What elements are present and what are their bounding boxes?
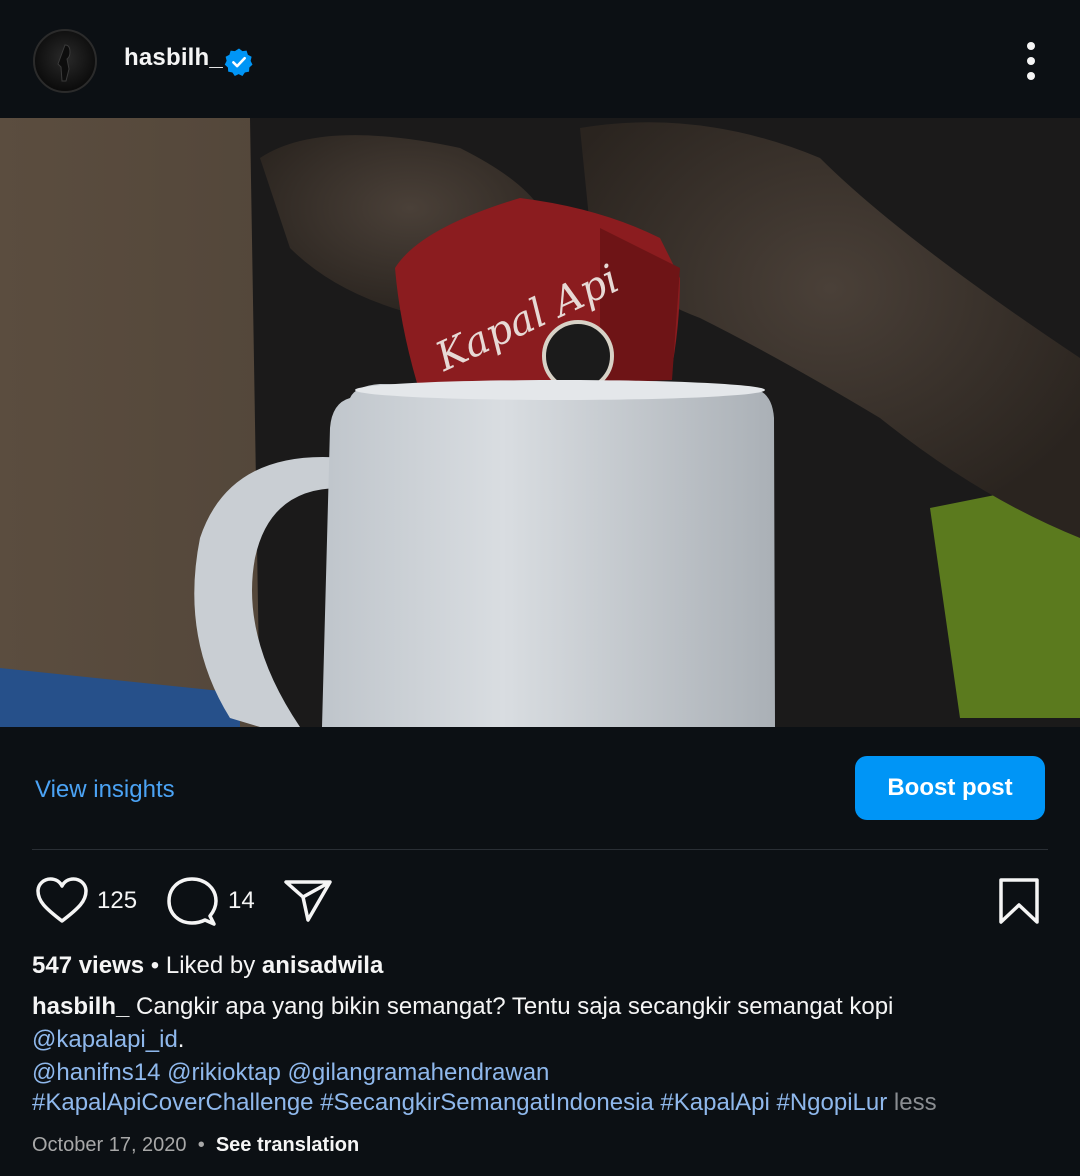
- video-frame: Kapal Api: [0, 118, 1080, 727]
- footer-separator: •: [197, 1134, 205, 1156]
- avatar-image: [57, 44, 71, 82]
- caption-punctuation: .: [177, 1026, 185, 1053]
- view-count[interactable]: 547 views: [32, 952, 144, 979]
- share-icon[interactable]: [283, 878, 333, 924]
- caption-hashtags: #KapalApiCoverChallenge #SecangkirSemang…: [32, 1089, 937, 1117]
- avatar[interactable]: [33, 29, 97, 93]
- liked-by-user[interactable]: anisadwila: [262, 952, 383, 979]
- liked-by-prefix: Liked by: [165, 952, 256, 979]
- post-video[interactable]: Kapal Api: [0, 118, 1080, 727]
- more-options-icon[interactable]: [1016, 40, 1046, 82]
- mention-link[interactable]: @rikioktap: [167, 1059, 281, 1086]
- heart-icon[interactable]: [35, 876, 89, 926]
- caption-text: Cangkir apa yang bikin semangat? Tentu s…: [136, 993, 894, 1020]
- post-header: hasbilh_: [0, 0, 1080, 118]
- hashtag-links[interactable]: #KapalApiCoverChallenge #SecangkirSemang…: [32, 1089, 887, 1116]
- mention-link[interactable]: @hanifns14: [32, 1059, 160, 1086]
- post-date: October 17, 2020: [32, 1134, 187, 1156]
- post-footer: October 17, 2020 • See translation: [32, 1134, 359, 1157]
- stats-separator: •: [150, 952, 160, 979]
- divider: [32, 849, 1048, 850]
- mention-link[interactable]: @gilangramahendrawan: [288, 1059, 550, 1086]
- caption-author[interactable]: hasbilh_: [32, 993, 129, 1020]
- username[interactable]: hasbilh_: [124, 44, 223, 72]
- comment-icon[interactable]: [166, 876, 218, 928]
- like-count[interactable]: 125: [97, 887, 137, 915]
- verified-badge-icon: [224, 48, 253, 76]
- see-translation-button[interactable]: See translation: [216, 1134, 359, 1156]
- mention-link[interactable]: @kapalapi_id: [32, 1026, 178, 1053]
- boost-post-button[interactable]: Boost post: [855, 756, 1045, 820]
- post-stats: 547 views • Liked by anisadwila: [32, 952, 383, 980]
- comment-count[interactable]: 14: [228, 887, 255, 915]
- less-button[interactable]: less: [894, 1089, 937, 1116]
- post-caption: hasbilh_ Cangkir apa yang bikin semangat…: [32, 990, 1052, 1089]
- bookmark-icon[interactable]: [997, 877, 1041, 925]
- view-insights-link[interactable]: View insights: [35, 776, 175, 804]
